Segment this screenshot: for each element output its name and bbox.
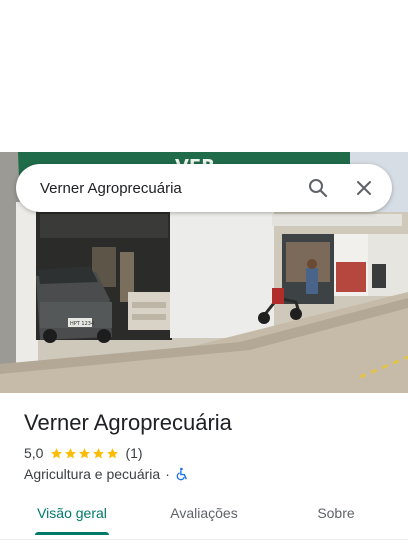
star-icon	[93, 447, 105, 458]
close-button[interactable]	[344, 168, 384, 208]
category-row: Agricultura e pecuária ·	[24, 465, 189, 483]
review-count[interactable]: (1)	[125, 445, 142, 461]
search-bar[interactable]: Verner Agroprecuária	[16, 164, 392, 212]
map-area-blank	[0, 0, 408, 152]
search-input[interactable]: Verner Agroprecuária	[40, 180, 298, 197]
rating-value: 5,0	[24, 445, 44, 461]
place-category: Agricultura e pecuária	[24, 466, 161, 482]
search-icon	[309, 179, 328, 198]
selected-tab-indicator	[35, 532, 109, 535]
close-icon	[357, 181, 371, 195]
star-icon	[51, 447, 63, 458]
star-icon	[65, 447, 77, 458]
star-rating	[50, 447, 120, 460]
license-plate-text: HPT 1234	[70, 321, 94, 327]
rating-row[interactable]: 5,0 (1)	[24, 445, 143, 461]
star-icon	[107, 447, 119, 458]
star-icon	[79, 447, 91, 458]
search-button[interactable]	[298, 168, 338, 208]
tab-bar: Visão geral Avaliações Sobre	[0, 496, 408, 536]
tab-overview[interactable]: Visão geral	[22, 496, 122, 536]
separator-dot: ·	[165, 466, 170, 482]
wheelchair-accessible-icon	[175, 467, 189, 481]
tab-about[interactable]: Sobre	[286, 496, 386, 536]
tabs-divider	[0, 539, 408, 540]
place-title: Verner Agroprecuária	[24, 410, 232, 435]
tab-reviews[interactable]: Avaliações	[154, 496, 254, 536]
